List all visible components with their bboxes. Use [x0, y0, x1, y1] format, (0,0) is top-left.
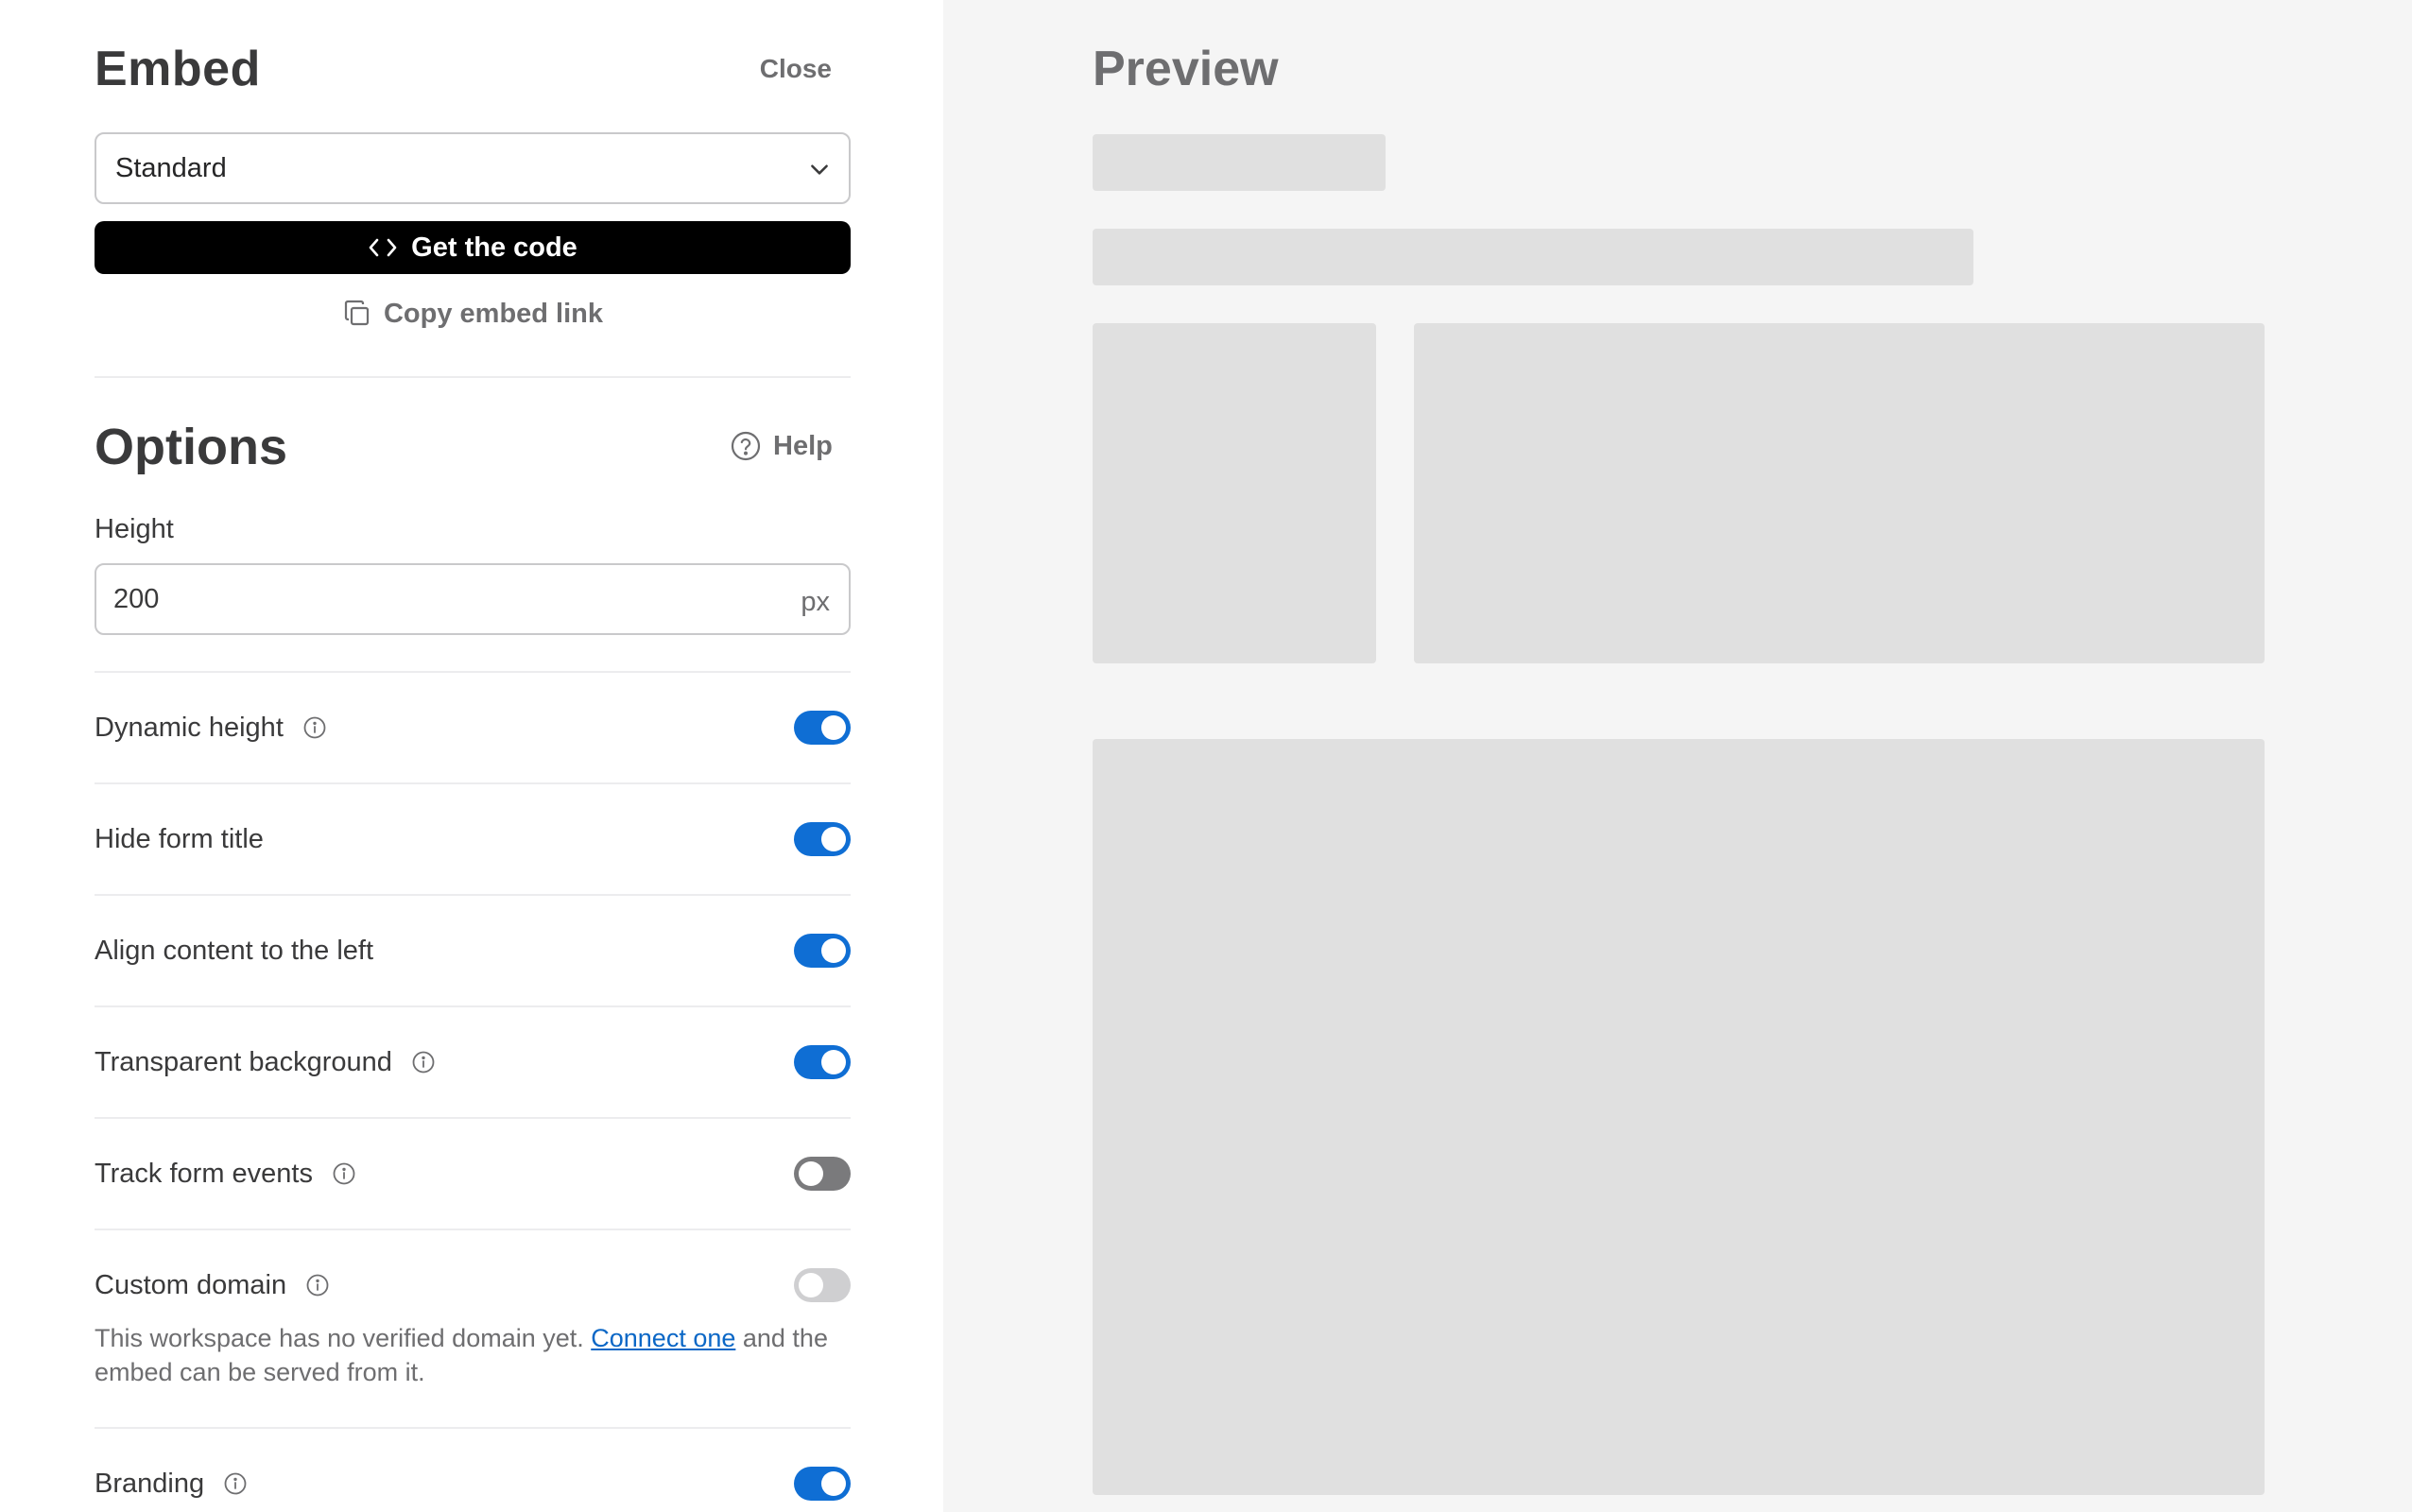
toggle-knob	[821, 1050, 846, 1074]
option-row-align-left: Align content to the left	[95, 896, 851, 1005]
code-brackets-icon	[369, 238, 397, 257]
preview-panel: Preview	[943, 0, 2412, 1512]
custom-domain-toggle	[794, 1268, 851, 1302]
option-row-dynamic-height: Dynamic height	[95, 673, 851, 782]
toggle-knob	[821, 938, 846, 963]
option-label: Custom domain	[95, 1269, 287, 1300]
skeleton-placeholder	[1093, 229, 1973, 285]
get-the-code-button[interactable]: Get the code	[95, 221, 851, 274]
transparent-background-toggle[interactable]	[794, 1045, 851, 1079]
skeleton-placeholder	[1093, 323, 1376, 663]
help-icon	[731, 431, 761, 461]
embed-type-select[interactable]: Standard	[95, 132, 851, 204]
track-form-events-toggle[interactable]	[794, 1157, 851, 1191]
branding-toggle[interactable]	[794, 1467, 851, 1501]
toggle-knob	[799, 1161, 823, 1186]
embed-header: Embed Close	[95, 38, 851, 100]
option-row-track-form-events: Track form events	[95, 1119, 851, 1228]
skeleton-placeholder	[1093, 134, 1386, 191]
help-label: Help	[773, 431, 833, 461]
divider	[95, 376, 851, 378]
info-icon[interactable]	[411, 1050, 436, 1074]
option-row-transparent-background: Transparent background	[95, 1007, 851, 1117]
option-label: Transparent background	[95, 1046, 392, 1077]
option-label: Dynamic height	[95, 712, 284, 743]
height-unit: px	[801, 587, 830, 617]
toggle-knob	[821, 827, 846, 851]
copy-icon	[344, 300, 370, 326]
height-input[interactable]	[113, 565, 756, 633]
dynamic-height-toggle[interactable]	[794, 711, 851, 745]
option-row-branding: Branding	[95, 1429, 851, 1512]
option-label: Hide form title	[95, 823, 264, 854]
custom-domain-note: This workspace has no verified domain ye…	[95, 1321, 870, 1389]
hide-form-title-toggle[interactable]	[794, 822, 851, 856]
align-left-toggle[interactable]	[794, 934, 851, 968]
embed-title: Embed	[95, 42, 261, 96]
option-row-hide-form-title: Hide form title	[95, 784, 851, 894]
height-field[interactable]: px	[95, 563, 851, 635]
close-button[interactable]: Close	[760, 51, 832, 87]
info-icon[interactable]	[223, 1471, 248, 1496]
connect-domain-link[interactable]: Connect one	[591, 1324, 735, 1352]
option-label: Track form events	[95, 1158, 313, 1189]
note-text: This workspace has no verified domain ye…	[95, 1324, 592, 1352]
toggle-knob	[821, 715, 846, 740]
copy-embed-link-label: Copy embed link	[383, 298, 604, 329]
skeleton-placeholder	[1414, 323, 2265, 663]
toggle-knob	[821, 1471, 846, 1496]
toggle-knob	[799, 1273, 823, 1297]
skeleton-placeholder	[1093, 739, 2265, 1495]
height-label: Height	[95, 514, 174, 544]
embed-settings-panel: Embed Close Standard Get the code Copy e…	[0, 0, 943, 1512]
chevron-down-icon	[811, 164, 828, 175]
info-icon[interactable]	[305, 1273, 330, 1297]
help-link[interactable]: Help	[730, 427, 833, 465]
preview-title: Preview	[1093, 42, 1279, 96]
info-icon[interactable]	[302, 715, 327, 740]
copy-embed-link-button[interactable]: Copy embed link	[95, 291, 851, 336]
info-icon[interactable]	[332, 1161, 356, 1186]
options-title: Options	[95, 419, 287, 475]
option-label: Align content to the left	[95, 935, 374, 966]
get-the-code-label: Get the code	[411, 232, 577, 263]
option-label: Branding	[95, 1468, 205, 1499]
embed-type-value: Standard	[115, 153, 227, 183]
